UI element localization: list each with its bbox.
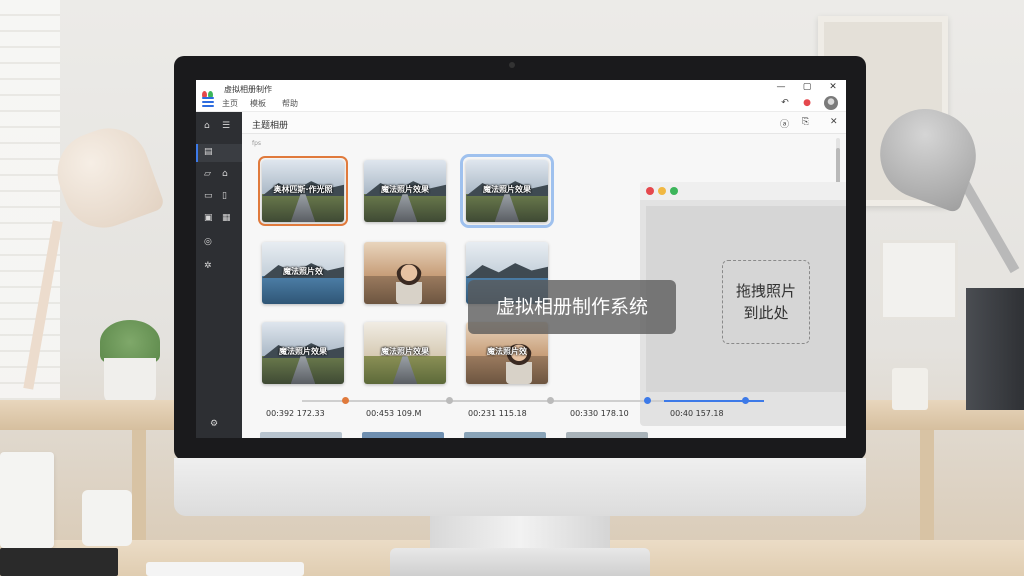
menu-item-help[interactable]: 帮助 bbox=[282, 98, 298, 109]
sidebar-text[interactable]: ▣ ▦ bbox=[196, 210, 242, 228]
home-icon: ⌂ bbox=[204, 121, 210, 131]
photo-dropzone[interactable]: 拖拽照片 到此处 bbox=[722, 260, 810, 344]
app-logo-icon bbox=[202, 84, 218, 99]
sidebar-music[interactable]: ▭ ▯ bbox=[196, 188, 242, 206]
keyboard bbox=[146, 562, 304, 576]
sidebar-home[interactable]: ⌂ ☰ bbox=[196, 118, 242, 136]
timeline-label: 00:453 109.M bbox=[366, 409, 422, 418]
shelf-leg bbox=[132, 430, 146, 540]
timeline-track[interactable] bbox=[302, 397, 764, 404]
dropzone-line2: 到此处 bbox=[743, 304, 789, 322]
timeline-marker[interactable] bbox=[547, 397, 554, 404]
thumbnail-caption: 魔法照片效果 bbox=[483, 185, 531, 194]
menu-item-templates[interactable]: 模板 bbox=[250, 98, 266, 109]
filmstrip-thumb[interactable] bbox=[464, 432, 546, 438]
monitor-chin bbox=[174, 458, 866, 516]
user-avatar[interactable] bbox=[824, 96, 838, 110]
main-content: 主题相册 ⓐ ⎘ ✕ fps 奥林匹斯·作光照 魔法照片效果 魔法照片效果 魔法照片效… bbox=[242, 112, 846, 438]
record-icon[interactable]: ● bbox=[800, 98, 814, 108]
minimize-dot-icon[interactable] bbox=[658, 187, 666, 195]
sidebar-photos[interactable]: ▱ ⌂ bbox=[196, 166, 242, 184]
maximize-dot-icon[interactable] bbox=[670, 187, 678, 195]
dropzone-line1: 拖拽照片 bbox=[735, 282, 796, 300]
webcam bbox=[509, 62, 515, 68]
photo-thumbnail[interactable]: 魔法照片效果 bbox=[460, 154, 554, 228]
close-button[interactable]: ✕ bbox=[826, 82, 840, 92]
mug bbox=[82, 490, 132, 546]
timeline-marker[interactable] bbox=[742, 397, 749, 404]
filmstrip-thumb[interactable] bbox=[566, 432, 648, 438]
info-icon[interactable]: ⓐ bbox=[780, 117, 789, 130]
timeline-label: 00:392 172.33 bbox=[266, 409, 325, 418]
pencil-cup bbox=[0, 452, 54, 548]
undo-icon[interactable]: ↶ bbox=[778, 98, 792, 108]
thumbnail-caption: 魔法照片效 bbox=[487, 347, 527, 356]
filmstrip-thumb[interactable] bbox=[362, 432, 444, 438]
pen-holder bbox=[892, 368, 928, 410]
shelf-leg bbox=[920, 430, 934, 540]
panel-close-icon[interactable]: ✕ bbox=[830, 117, 838, 127]
plant-pot bbox=[104, 358, 156, 404]
photo-thumbnail[interactable]: 魔法照片效 bbox=[262, 242, 344, 304]
title-bar: 虚拟相册制作 主页 模板 帮助 — ▢ ✕ ↶ ● bbox=[196, 80, 846, 112]
app-name-overlay: 虚拟相册制作系统 bbox=[468, 280, 676, 334]
sidebar-effects[interactable]: ◎ bbox=[196, 234, 242, 252]
desk-lamp-left bbox=[46, 117, 166, 239]
thumbnail-caption: 魔法照片效 bbox=[283, 267, 323, 276]
home-small-icon: ⌂ bbox=[222, 169, 228, 179]
monitor-stand bbox=[430, 516, 610, 550]
sidebar-tools[interactable]: ✲ bbox=[196, 258, 242, 276]
export-icon[interactable]: ⎘ bbox=[802, 117, 809, 127]
window-title: 虚拟相册制作 bbox=[224, 85, 272, 94]
sidebar: ⌂ ☰ ▤ ▱ ⌂ ▭ ▯ ▣ ▦ ◎ ✲ ⚙ bbox=[196, 112, 242, 438]
timeline-label: 00:40 157.18 bbox=[670, 409, 724, 418]
thumbnail-caption: 奥林匹斯·作光照 bbox=[273, 185, 333, 194]
photo-thumbnail[interactable]: 魔法照片效果 bbox=[262, 322, 344, 384]
timeline-marker[interactable] bbox=[342, 397, 349, 404]
preview-canvas: 拖拽照片 到此处 bbox=[646, 206, 846, 392]
text-icon: ▣ bbox=[204, 213, 213, 223]
sidebar-album[interactable]: ▤ bbox=[196, 144, 242, 162]
music-icon: ▭ bbox=[204, 191, 213, 201]
page-title: 主题相册 bbox=[252, 121, 289, 131]
binder bbox=[966, 288, 1024, 410]
effects-icon: ◎ bbox=[204, 237, 212, 247]
tools-icon: ✲ bbox=[204, 261, 212, 271]
photo-icon: ▱ bbox=[204, 169, 211, 179]
photo-thumbnail[interactable]: 魔法照片效果 bbox=[364, 322, 446, 384]
minimize-button[interactable]: — bbox=[774, 82, 788, 92]
timeline-marker[interactable] bbox=[446, 397, 453, 404]
preview-titlebar bbox=[640, 182, 846, 200]
thumbnail-caption: 魔法照片效果 bbox=[279, 347, 327, 356]
photo-thumbnail[interactable] bbox=[364, 242, 446, 304]
settings-icon: ⚙ bbox=[210, 419, 219, 429]
menu-toggle-icon[interactable]: ☰ bbox=[222, 121, 230, 131]
close-dot-icon[interactable] bbox=[646, 187, 654, 195]
timeline-label: 00:231 115.18 bbox=[468, 409, 527, 418]
timeline-label: 00:330 178.10 bbox=[570, 409, 629, 418]
thumbnail-caption: 魔法照片效果 bbox=[381, 347, 429, 356]
wall-small-frame bbox=[880, 240, 958, 320]
sidebar-settings[interactable]: ⚙ bbox=[196, 416, 242, 434]
menu-item-home[interactable]: 主页 bbox=[222, 98, 238, 109]
app-window: 虚拟相册制作 主页 模板 帮助 — ▢ ✕ ↶ ● ⌂ ☰ ▤ ▱ ⌂ ▭ ▯ … bbox=[196, 80, 846, 438]
pages-icon: ▯ bbox=[222, 191, 227, 201]
sub-tab[interactable]: fps bbox=[252, 140, 261, 147]
monitor-stand-base bbox=[390, 548, 650, 576]
maximize-button[interactable]: ▢ bbox=[800, 82, 814, 92]
thumbnail-caption: 魔法照片效果 bbox=[381, 185, 429, 194]
notebook bbox=[0, 548, 118, 576]
album-icon: ▤ bbox=[204, 147, 213, 157]
timeline-marker[interactable] bbox=[644, 397, 651, 404]
content-header: 主题相册 ⓐ ⎘ ✕ bbox=[242, 112, 846, 134]
timeline-progress bbox=[664, 400, 764, 402]
menu-logo-icon[interactable] bbox=[202, 97, 214, 109]
photo-thumbnail[interactable]: 奥林匹斯·作光照 bbox=[258, 156, 348, 226]
film-icon: ▦ bbox=[222, 213, 231, 223]
filmstrip-thumb[interactable] bbox=[260, 432, 342, 438]
photo-thumbnail[interactable]: 魔法照片效果 bbox=[364, 160, 446, 222]
